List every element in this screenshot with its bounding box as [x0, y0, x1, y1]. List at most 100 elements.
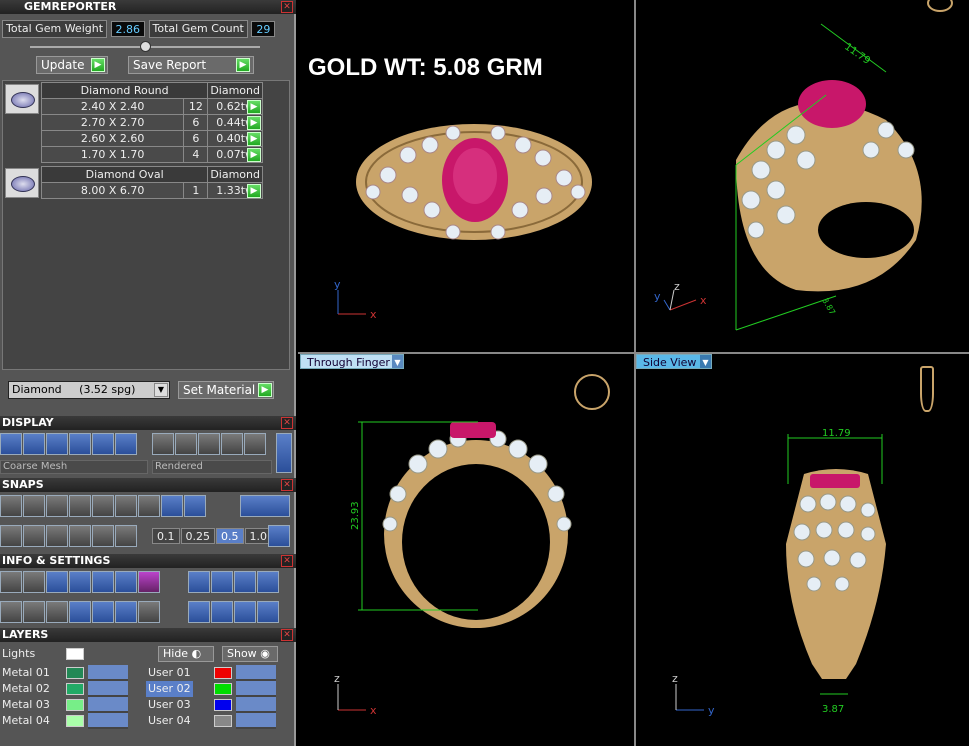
monitor-icon[interactable]	[23, 601, 45, 623]
table-row[interactable]: 2.70 X 2.70 6 0.44tw	[40, 114, 263, 131]
snap-value-button[interactable]: 0.1	[152, 528, 180, 544]
layer-user-04[interactable]: User 04	[148, 713, 191, 729]
mesh-ball-icon[interactable]	[198, 433, 220, 455]
select-row-icon[interactable]: ▶	[247, 116, 261, 130]
snap-value-button[interactable]: 0.25	[180, 528, 215, 544]
layer-user-03[interactable]: User 03	[148, 697, 191, 713]
close-icon[interactable]: ✕	[281, 417, 293, 429]
viewport-through-finger[interactable]: Through Finger ▼ 23.93 x z	[298, 354, 634, 746]
chrome-ball-icon[interactable]	[221, 433, 243, 455]
snap-plane-icon[interactable]	[92, 525, 114, 547]
grid-view-icon[interactable]	[115, 433, 137, 455]
layer-metal-03[interactable]: Metal 03	[2, 697, 50, 713]
slider-handle[interactable]	[140, 41, 151, 52]
report-icon[interactable]	[138, 601, 160, 623]
material-ball-icon[interactable]	[152, 433, 174, 455]
layers-stack-icon[interactable]	[46, 571, 68, 593]
viewport-top[interactable]: GOLD WT: 5.08 GRM x y	[298, 0, 634, 352]
edit-icon[interactable]	[115, 571, 137, 593]
layer-metal-02[interactable]: Metal 02	[2, 681, 50, 697]
frame-close-icon[interactable]	[257, 571, 279, 593]
book-icon[interactable]	[69, 601, 91, 623]
snap-ortho-icon[interactable]	[0, 525, 22, 547]
mesh-quality-select[interactable]: Coarse Mesh	[0, 460, 148, 474]
layer-metal-01[interactable]: Metal 01	[2, 665, 50, 681]
environment-icon[interactable]	[92, 433, 114, 455]
table-row[interactable]: 8.00 X 6.70 1 1.33tw	[40, 182, 263, 199]
snap-pen-icon[interactable]	[46, 525, 68, 547]
close-icon[interactable]: ✕	[281, 629, 293, 641]
move-icon[interactable]	[211, 601, 233, 623]
layer-lock-column[interactable]	[236, 665, 276, 729]
display-side-toggle[interactable]	[276, 433, 292, 473]
snap-center-icon[interactable]	[115, 495, 137, 517]
close-icon[interactable]: ✕	[281, 555, 293, 567]
select-row-icon[interactable]: ▶	[247, 184, 261, 198]
total-count-value[interactable]: 29	[251, 21, 276, 37]
layer-color-swatch[interactable]	[66, 699, 84, 711]
close-icon[interactable]: ✕	[281, 1, 293, 13]
table-row[interactable]: 2.60 X 2.60 6 0.40tw	[40, 130, 263, 147]
snap-grid-icon[interactable]	[0, 495, 22, 517]
shaded-sphere-icon[interactable]	[69, 433, 91, 455]
snap-circle-icon[interactable]	[138, 495, 160, 517]
snap-point-icon[interactable]	[69, 495, 91, 517]
wire-cube-icon[interactable]	[46, 601, 68, 623]
snap-toggle[interactable]	[240, 495, 290, 517]
transform-icon[interactable]	[188, 601, 210, 623]
layer-color-swatch[interactable]	[66, 683, 84, 695]
layer-metal-04[interactable]: Metal 04	[2, 713, 50, 729]
viewport-side[interactable]: Side View ▼ 11.79 3.87 y z	[636, 354, 969, 746]
layer-color-swatch[interactable]	[214, 715, 232, 727]
layer-user-01[interactable]: User 01	[148, 665, 191, 681]
layers-header[interactable]: LAYERS ✕	[0, 628, 296, 642]
snap-value-button[interactable]: 0.5	[216, 528, 244, 544]
select-icon[interactable]	[115, 601, 137, 623]
update-go-icon[interactable]: ▶	[91, 58, 105, 72]
layer-color-swatch[interactable]	[214, 683, 232, 695]
snaps-header[interactable]: SNAPS ✕	[0, 478, 296, 492]
show-button[interactable]: Show ◉	[222, 646, 278, 662]
layer-lock-column[interactable]	[88, 665, 128, 729]
table-row[interactable]: 1.70 X 1.70 4 0.07tw	[40, 146, 263, 163]
snap-box-icon[interactable]	[23, 525, 45, 547]
hide-button[interactable]: Hide ◐	[158, 646, 214, 662]
table-row[interactable]: 2.40 X 2.40 12 0.62tw	[40, 98, 263, 115]
layer-user-02[interactable]: User 02	[146, 681, 193, 697]
render-mode-select[interactable]: Rendered	[152, 460, 272, 474]
scale-icon[interactable]	[257, 601, 279, 623]
total-weight-value[interactable]: 2.86	[110, 21, 146, 37]
display-header[interactable]: DISPLAY ✕	[0, 416, 296, 430]
rotate-icon[interactable]	[234, 601, 256, 623]
select-row-icon[interactable]: ▶	[247, 100, 261, 114]
select-row-icon[interactable]: ▶	[247, 148, 261, 162]
grid-snap-icon[interactable]	[268, 525, 290, 547]
paint-icon[interactable]	[188, 571, 210, 593]
chevron-down-icon[interactable]: ▼	[154, 383, 168, 397]
snap-cross-icon[interactable]	[46, 495, 68, 517]
snap-perpendicular-icon[interactable]	[92, 495, 114, 517]
snap-dots-icon[interactable]	[69, 525, 91, 547]
filter-icon[interactable]	[92, 601, 114, 623]
close-icon[interactable]: ✕	[281, 479, 293, 491]
set-material-go-icon[interactable]: ▶	[258, 383, 272, 397]
gold-ball-icon[interactable]	[244, 433, 266, 455]
info-header[interactable]: INFO & SETTINGS ✕	[0, 554, 296, 568]
viewport-perspective[interactable]: 11.79 3.87 x y z	[636, 0, 969, 352]
wrench-icon[interactable]	[23, 571, 45, 593]
select-row-icon[interactable]: ▶	[247, 132, 261, 146]
snap-arrow-icon[interactable]	[115, 525, 137, 547]
layer-color-swatch[interactable]	[66, 715, 84, 727]
material-select[interactable]: Diamond (3.52 spg) ▼	[8, 381, 170, 399]
save-report-go-icon[interactable]: ▶	[236, 58, 250, 72]
window-layout-icon[interactable]	[0, 601, 22, 623]
document-icon[interactable]	[92, 571, 114, 593]
frame-arrow-icon[interactable]	[234, 571, 256, 593]
layer-color-swatch[interactable]	[214, 667, 232, 679]
settings-gear-icon[interactable]	[0, 571, 22, 593]
cube-icon[interactable]	[69, 571, 91, 593]
white-ball-icon[interactable]	[175, 433, 197, 455]
wireframe-icon[interactable]	[0, 433, 22, 455]
layer-color-swatch[interactable]	[66, 667, 84, 679]
rendered-icon[interactable]	[23, 433, 45, 455]
